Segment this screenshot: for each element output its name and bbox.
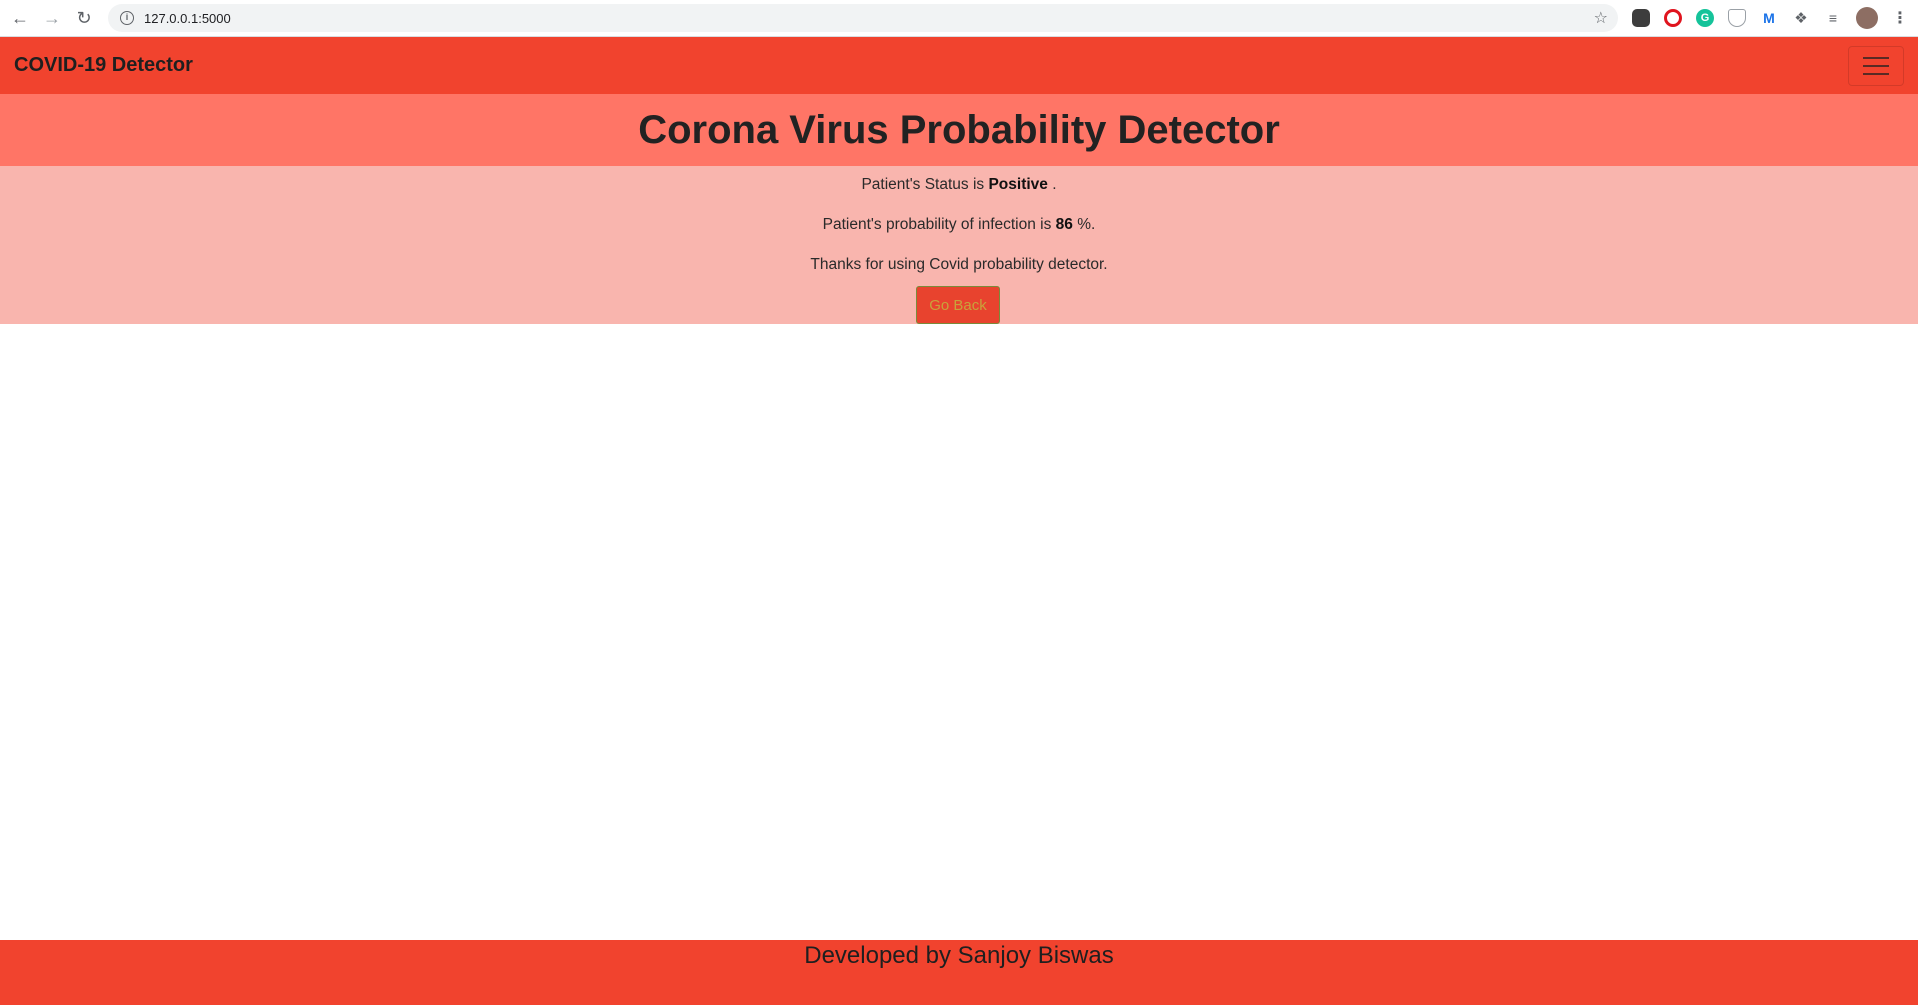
page-title: Corona Virus Probability Detector — [638, 107, 1280, 152]
bookmark-star-icon[interactable]: ☆ — [1594, 8, 1608, 28]
grammarly-extension-icon[interactable]: G — [1696, 9, 1714, 27]
reading-list-icon[interactable]: ≡ — [1824, 9, 1842, 27]
navbar-brand[interactable]: COVID-19 Detector — [14, 54, 193, 77]
status-line: Patient's Status is Positive . — [0, 176, 1918, 194]
result-section: Patient's Status is Positive . Patient's… — [0, 166, 1918, 324]
site-info-icon[interactable]: i — [120, 11, 134, 25]
status-value: Positive — [988, 176, 1048, 193]
app-navbar: COVID-19 Detector — [0, 37, 1918, 94]
m-extension-icon[interactable]: M — [1760, 9, 1778, 27]
back-arrow-icon[interactable]: ← — [8, 6, 32, 30]
status-prefix: Patient's Status is — [861, 176, 989, 193]
probability-suffix: %. — [1072, 216, 1096, 233]
go-back-button[interactable]: Go Back — [916, 286, 1000, 324]
probability-value: 86 — [1055, 216, 1073, 233]
extensions-puzzle-icon[interactable]: ❖ — [1792, 9, 1810, 27]
footer-credit: Developed by Sanjoy Biswas — [804, 942, 1114, 969]
page-footer: Developed by Sanjoy Biswas — [0, 940, 1918, 1005]
opera-extension-icon[interactable] — [1664, 9, 1682, 27]
extensions-area: G M ❖ ≡ ⋮ — [1632, 7, 1908, 29]
probability-line: Patient's probability of infection is 86… — [0, 216, 1918, 234]
profile-avatar[interactable] — [1856, 7, 1878, 29]
address-url[interactable]: 127.0.0.1:5000 — [144, 11, 1594, 26]
address-bar[interactable]: i 127.0.0.1:5000 ☆ — [108, 4, 1618, 32]
browser-menu-icon[interactable]: ⋮ — [1892, 8, 1908, 28]
probability-prefix: Patient's probability of infection is — [822, 216, 1056, 233]
hamburger-menu-icon[interactable] — [1848, 45, 1904, 86]
thanks-line: Thanks for using Covid probability detec… — [810, 256, 1108, 273]
shield-extension-icon[interactable] — [1728, 9, 1746, 27]
browser-toolbar: ← → ↻ i 127.0.0.1:5000 ☆ G M ❖ ≡ ⋮ — [0, 0, 1918, 37]
instagram-extension-icon[interactable] — [1632, 9, 1650, 27]
status-suffix: . — [1047, 176, 1057, 193]
forward-arrow-icon[interactable]: → — [40, 6, 64, 30]
reload-icon[interactable]: ↻ — [72, 6, 96, 30]
page-header: Corona Virus Probability Detector — [0, 94, 1918, 166]
